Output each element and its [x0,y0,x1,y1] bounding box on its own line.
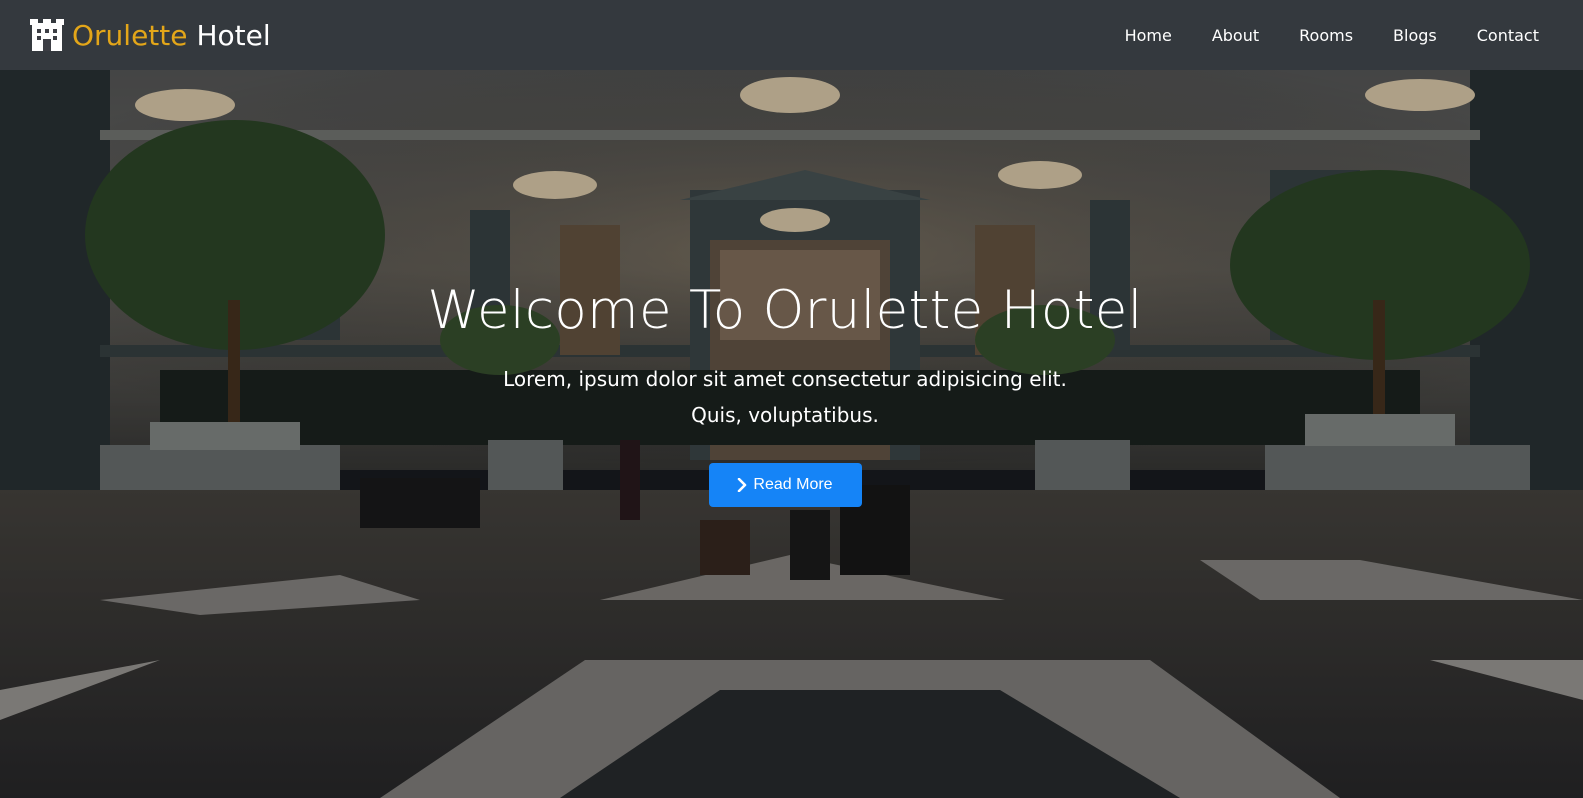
nav-link-blogs[interactable]: Blogs [1393,26,1437,45]
read-more-label: Read More [753,476,833,493]
building-icon [30,19,64,51]
nav-link-about[interactable]: About [1212,26,1259,45]
hero-subtitle-line-2: Quis, voluptatibus. [691,403,879,427]
hero-title: Welcome To Orulette Hotel [427,280,1143,341]
hero-content: Welcome To Orulette Hotel Lorem, ipsum d… [0,280,1570,507]
nav-menu: Home About Rooms Blogs Contact [1085,26,1539,45]
brand-name-secondary: Hotel [196,18,271,52]
nav-link-contact[interactable]: Contact [1477,26,1539,45]
brand-logo-link[interactable]: Orulette Hotel [30,19,271,52]
hero-subtitle: Lorem, ipsum dolor sit amet consectetur … [0,361,1570,433]
hero-section: Orulette Hotel Home About Rooms Blogs Co… [0,0,1583,798]
chevron-right-icon [738,478,747,492]
brand-name-primary: Orulette [72,18,188,52]
read-more-button[interactable]: Read More [708,463,862,507]
navbar: Orulette Hotel Home About Rooms Blogs Co… [0,0,1583,70]
nav-link-home[interactable]: Home [1125,26,1172,45]
nav-link-rooms[interactable]: Rooms [1299,26,1353,45]
hero-subtitle-line-1: Lorem, ipsum dolor sit amet consectetur … [503,367,1067,391]
